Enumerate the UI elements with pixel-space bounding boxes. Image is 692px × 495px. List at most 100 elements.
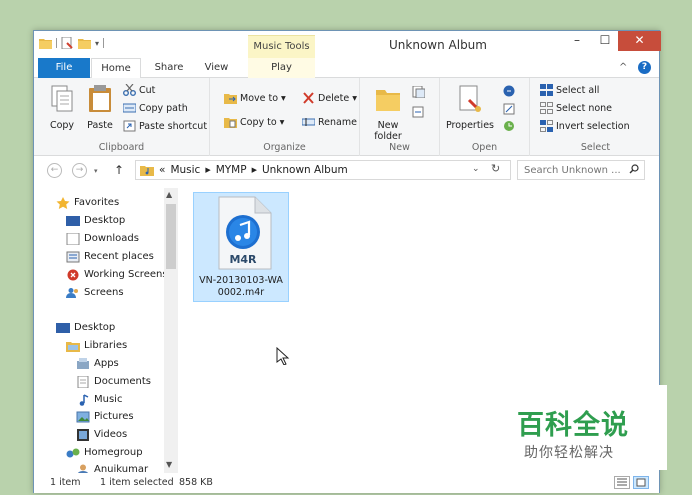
- new-folder-icon[interactable]: [78, 37, 91, 49]
- paste-icon: [89, 85, 111, 112]
- recent-places-icon: [66, 251, 80, 262]
- nav-downloads[interactable]: Downloads: [66, 230, 139, 247]
- scroll-up-icon[interactable]: ▲: [166, 190, 172, 199]
- nav-favorites[interactable]: Favorites: [56, 194, 119, 211]
- new-item-icon[interactable]: [412, 86, 425, 98]
- large-icons-view-icon: [636, 478, 646, 487]
- up-button[interactable]: ↑: [114, 163, 124, 177]
- paste-shortcut-button[interactable]: Paste shortcut: [123, 120, 207, 132]
- window-title: Unknown Album: [389, 38, 487, 52]
- nav-recent-places[interactable]: Recent places: [66, 248, 154, 265]
- tab-home[interactable]: Home: [91, 58, 141, 79]
- itunes-file-icon: M4R: [218, 196, 272, 270]
- scroll-down-icon[interactable]: ▼: [166, 460, 172, 469]
- nav-desktop-root-label: Desktop: [74, 322, 116, 333]
- address-input[interactable]: « Music ▶ MYMP ▶ Unknown Album ⌄ ↻: [135, 160, 511, 180]
- open-group: Properties Open: [440, 78, 530, 156]
- title-bar: ▾ Music Tools Unknown Album – ☐ ✕: [34, 31, 661, 58]
- select-all-label: Select all: [556, 84, 600, 96]
- invert-selection-button[interactable]: Invert selection: [540, 120, 630, 132]
- breadcrumb-overflow[interactable]: «: [159, 164, 165, 176]
- nav-music[interactable]: Music: [76, 391, 122, 408]
- edit-icon[interactable]: [503, 103, 516, 115]
- nav-videos[interactable]: Videos: [76, 426, 127, 443]
- nav-desktop[interactable]: Desktop: [56, 319, 115, 336]
- nav-recent-places-label: Recent places: [84, 251, 154, 262]
- rename-button[interactable]: Rename: [302, 116, 357, 128]
- address-bar-row: ← → ▾ ↑ « Music ▶ MYMP ▶ Unknown Album ⌄…: [34, 156, 659, 184]
- nav-apps[interactable]: Apps: [76, 355, 119, 372]
- watermark-subtitle: 助你轻松解决: [524, 445, 614, 461]
- breadcrumb-chevron-icon[interactable]: ▶: [252, 166, 257, 174]
- nav-libraries[interactable]: Libraries: [66, 337, 127, 354]
- file-item-m4r[interactable]: M4R VN-20130103-WA 0002.m4r: [193, 192, 289, 302]
- nav-documents-label: Documents: [94, 376, 152, 387]
- minimize-button[interactable]: –: [564, 31, 590, 51]
- new-folder-label-line1: New: [377, 120, 399, 131]
- refresh-icon[interactable]: ↻: [491, 162, 500, 175]
- select-none-button[interactable]: Select none: [540, 102, 612, 114]
- open-icon[interactable]: [503, 85, 516, 97]
- invert-selection-label: Invert selection: [556, 120, 630, 132]
- collapse-ribbon-icon[interactable]: ^: [619, 62, 627, 73]
- move-to-icon: [224, 94, 237, 104]
- new-group: New folder New: [360, 78, 440, 156]
- breadcrumb-mymp[interactable]: MYMP: [216, 164, 247, 176]
- watermark-title: 百科全说: [517, 410, 629, 441]
- tab-file[interactable]: File: [38, 58, 90, 78]
- search-input[interactable]: [517, 160, 645, 180]
- copy-path-button[interactable]: Copy path: [123, 102, 188, 114]
- new-group-label: New: [389, 142, 410, 153]
- nav-working-screens[interactable]: Working Screens: [66, 266, 168, 283]
- tab-share[interactable]: Share: [144, 58, 194, 78]
- nav-desktop-favorite[interactable]: Desktop: [66, 212, 125, 229]
- back-button[interactable]: ←: [47, 163, 62, 178]
- help-icon[interactable]: ?: [638, 61, 651, 74]
- clipboard-group-label: Clipboard: [98, 142, 145, 153]
- properties-button[interactable]: Properties: [444, 84, 496, 131]
- new-folder-icon: [376, 90, 400, 111]
- qat-dropdown-icon[interactable]: ▾: [95, 39, 99, 48]
- music-tools-context-label: Music Tools: [248, 35, 315, 58]
- nav-anuikumar[interactable]: Anuikumar: [76, 461, 148, 473]
- nav-favorites-label: Favorites: [74, 197, 120, 208]
- clipboard-group: Copy Paste Cut Copy path Paste shortcut …: [34, 78, 210, 156]
- breadcrumb-unknown-album[interactable]: Unknown Album: [262, 164, 348, 176]
- address-dropdown-icon[interactable]: ⌄: [472, 164, 480, 174]
- breadcrumb-music[interactable]: Music: [170, 164, 200, 176]
- tab-play[interactable]: Play: [248, 58, 315, 78]
- history-icon[interactable]: [503, 120, 516, 132]
- large-icons-view-button[interactable]: [633, 476, 649, 489]
- maximize-button[interactable]: ☐: [592, 31, 618, 51]
- nav-documents[interactable]: Documents: [76, 373, 151, 390]
- forward-button[interactable]: →: [72, 163, 87, 178]
- nav-working-screens-label: Working Screens: [84, 269, 168, 280]
- mouse-cursor-icon: [276, 347, 290, 365]
- nav-homegroup[interactable]: Homegroup: [66, 444, 143, 461]
- details-view-button[interactable]: [614, 476, 630, 489]
- easy-access-icon[interactable]: [412, 106, 425, 118]
- nav-scrollbar[interactable]: ▲ ▼: [164, 188, 178, 473]
- paste-button[interactable]: Paste: [82, 84, 118, 131]
- cut-label: Cut: [139, 84, 156, 96]
- new-folder-button[interactable]: New folder: [366, 84, 410, 142]
- folder-icon[interactable]: [39, 37, 52, 49]
- ribbon: Copy Paste Cut Copy path Paste shortcut …: [34, 78, 659, 156]
- select-all-button[interactable]: Select all: [540, 84, 599, 96]
- nav-pictures[interactable]: Pictures: [76, 408, 134, 425]
- tab-view[interactable]: View: [194, 58, 239, 78]
- user-icon: [77, 464, 89, 473]
- search-icon[interactable]: [629, 164, 639, 174]
- move-to-button[interactable]: Move to ▾: [224, 92, 286, 104]
- select-group-label: Select: [580, 142, 611, 153]
- scroll-thumb[interactable]: [166, 204, 176, 269]
- copy-button[interactable]: Copy: [44, 84, 80, 131]
- copy-to-button[interactable]: Copy to ▾: [224, 116, 284, 128]
- delete-button[interactable]: Delete ▾: [302, 92, 357, 104]
- cut-button[interactable]: Cut: [123, 84, 155, 96]
- recent-locations-icon[interactable]: ▾: [94, 167, 98, 175]
- nav-screens[interactable]: Screens: [66, 284, 124, 301]
- close-button[interactable]: ✕: [618, 31, 661, 51]
- breadcrumb-chevron-icon[interactable]: ▶: [205, 166, 210, 174]
- properties-icon[interactable]: [61, 37, 74, 49]
